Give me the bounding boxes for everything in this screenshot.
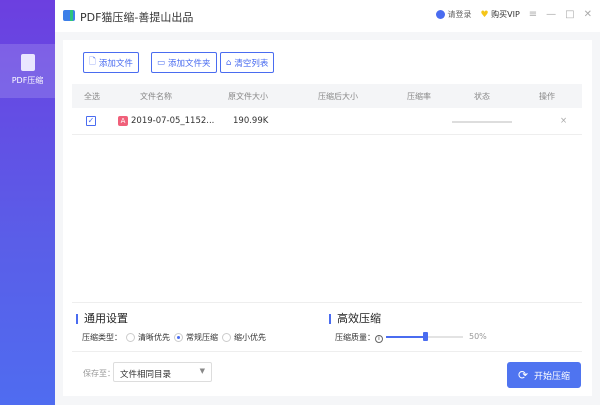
- start-compress-button[interactable]: ⟳ 开始压缩: [507, 362, 581, 388]
- quality-label-group: 压缩质量： i: [335, 332, 383, 343]
- app-title: PDF猫压缩-善提山出品: [80, 11, 194, 24]
- add-folder-label: 添加文件夹: [168, 58, 211, 69]
- col-name: 文件名称: [140, 92, 172, 101]
- col-status: 状态: [474, 92, 490, 101]
- minimize-icon[interactable]: —: [546, 9, 556, 20]
- app-logo-icon: [63, 10, 75, 21]
- main-panel: 🗋 添加文件 ▭ 添加文件夹 ⌂ 清空列表 全选 文件名称 原文件大小 压缩后大小 压…: [63, 40, 592, 396]
- divider: [72, 351, 582, 352]
- col-action: 操作: [539, 92, 555, 101]
- maximize-icon[interactable]: □: [565, 9, 574, 20]
- diamond-icon: ♥: [480, 10, 489, 20]
- quality-slider[interactable]: [386, 332, 463, 341]
- add-folder-button[interactable]: ▭ 添加文件夹: [151, 52, 217, 73]
- radio-smaller[interactable]: [222, 333, 231, 342]
- save-to-label: 保存至：: [83, 369, 115, 378]
- general-settings-title: 通用设置: [76, 313, 128, 324]
- add-file-icon: 🗋: [89, 56, 96, 67]
- radio-normal[interactable]: [174, 333, 183, 342]
- login-link[interactable]: 请登录: [435, 9, 472, 20]
- row-checkbox[interactable]: ✓: [86, 116, 96, 126]
- menu-icon[interactable]: ≡: [529, 9, 537, 20]
- login-label: 请登录: [447, 10, 472, 19]
- save-location-select[interactable]: 文件相同目录 ▼: [113, 362, 212, 382]
- start-compress-label: 开始压缩: [534, 371, 571, 382]
- status-progress: [452, 121, 512, 123]
- clear-list-button[interactable]: ⌂ 清空列表: [220, 52, 275, 73]
- title-bar: PDF猫压缩-善提山出品 请登录 ♥ 购买VIP ≡ — □ ✕: [55, 0, 600, 32]
- quality-label: 压缩质量：: [335, 333, 375, 342]
- close-icon[interactable]: ✕: [584, 9, 592, 20]
- table-row[interactable]: ✓ A 2019-07-05_1152... 190.99K ×: [72, 109, 582, 135]
- folder-icon: ▭: [157, 57, 166, 68]
- remove-row-button[interactable]: ×: [560, 116, 567, 126]
- chevron-down-icon: ▼: [199, 367, 205, 375]
- original-size: 190.99K: [233, 116, 269, 126]
- info-icon[interactable]: i: [375, 335, 383, 343]
- col-ratio: 压缩率: [407, 92, 431, 101]
- add-file-label: 添加文件: [98, 58, 133, 69]
- compress-type-group: 压缩类型： 清晰优先 常规压缩 缩小优先: [82, 332, 266, 343]
- user-icon: [435, 10, 445, 19]
- clear-list-label: 清空列表: [234, 58, 269, 69]
- efficient-compress-title: 高效压缩: [329, 313, 381, 324]
- table-header: 全选 文件名称 原文件大小 压缩后大小 压缩率 状态 操作: [72, 84, 582, 108]
- vip-label: 购买VIP: [491, 10, 520, 19]
- pdf-file-icon: A: [118, 116, 128, 126]
- file-name: 2019-07-05_1152...: [131, 116, 215, 126]
- col-original-size: 原文件大小: [228, 92, 268, 101]
- col-compressed-size: 压缩后大小: [318, 92, 358, 101]
- trash-icon: ⌂: [226, 57, 232, 68]
- radio-clarity[interactable]: [126, 333, 135, 342]
- pdf-compress-icon: [20, 54, 35, 71]
- option-clarity[interactable]: 清晰优先: [138, 333, 170, 342]
- option-smaller[interactable]: 缩小优先: [234, 333, 266, 342]
- add-file-button[interactable]: 🗋 添加文件: [83, 52, 139, 73]
- option-normal[interactable]: 常规压缩: [186, 333, 218, 342]
- refresh-icon: ⟳: [517, 368, 529, 382]
- compress-type-label: 压缩类型：: [82, 333, 122, 342]
- quality-value: 50%: [469, 332, 487, 341]
- quality-slider-thumb[interactable]: [422, 332, 428, 341]
- sidebar-item-label: PDF压缩: [11, 76, 44, 85]
- divider: [72, 302, 582, 303]
- save-location-value: 文件相同目录: [120, 370, 172, 380]
- sidebar-item-pdf-compress[interactable]: PDF压缩: [0, 44, 55, 98]
- select-all[interactable]: 全选: [84, 91, 100, 102]
- buy-vip-link[interactable]: ♥ 购买VIP: [480, 9, 519, 20]
- sidebar: PDF压缩: [0, 0, 55, 405]
- quality-slider-fill: [386, 336, 425, 338]
